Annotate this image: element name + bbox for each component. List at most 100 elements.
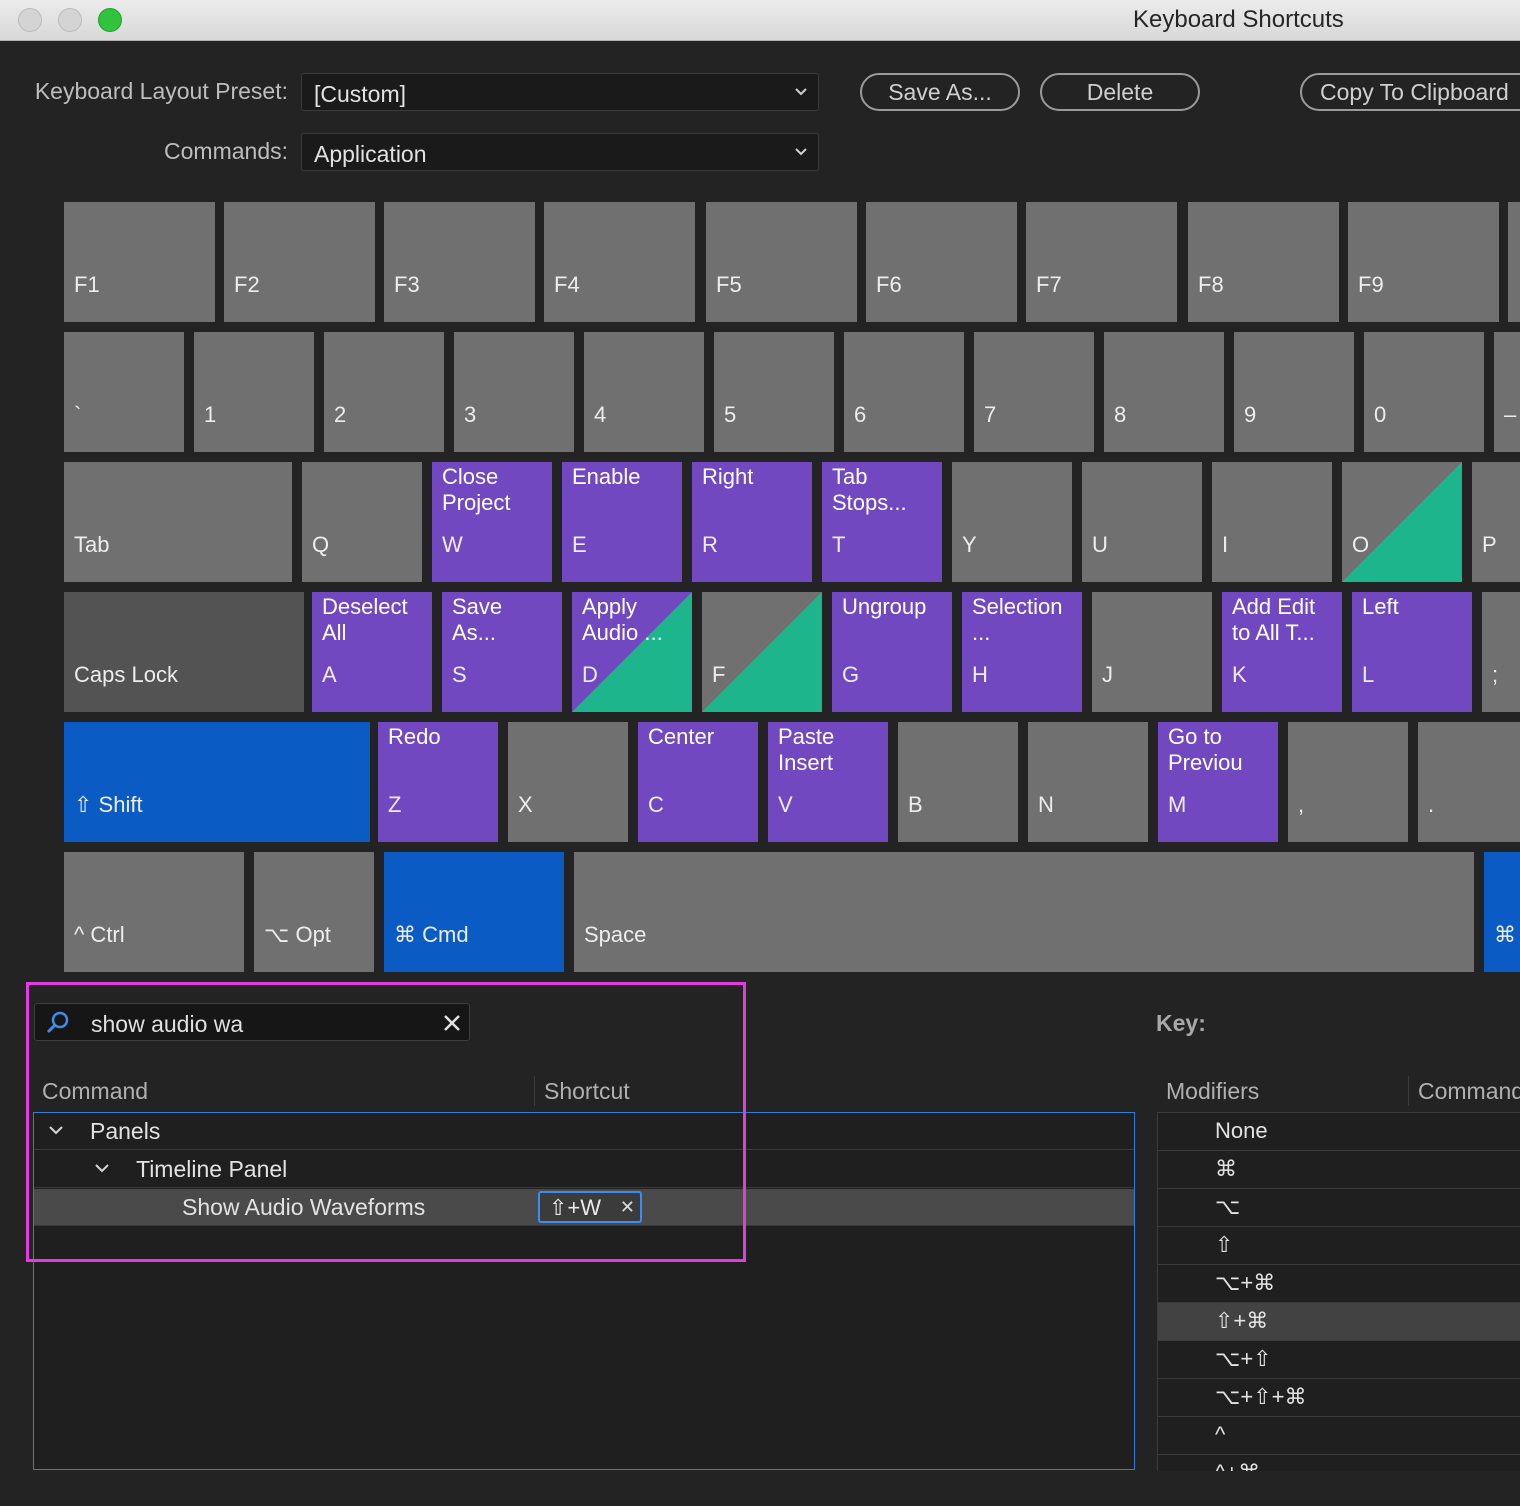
key-g[interactable]: Ungroup G [832,592,952,712]
key-comma[interactable]: , [1288,722,1408,842]
key-h[interactable]: Selection ... H [962,592,1082,712]
key-v[interactable]: Paste Insert V [768,722,888,842]
search-field[interactable]: show audio wa [34,1003,470,1041]
key-semicolon[interactable]: ; [1482,592,1520,712]
key-e[interactable]: Enable E [562,462,682,582]
delete-button[interactable]: Delete [1040,73,1200,111]
key-shift-left[interactable]: ⇧ Shift [64,722,370,842]
key-k[interactable]: Add Edit to All T... K [1222,592,1342,712]
key-m[interactable]: Go to Previou M [1158,722,1278,842]
key-w[interactable]: Close Project W [432,462,552,582]
modifier-row[interactable]: ^+⌘ [1158,1455,1520,1471]
modifier-row[interactable]: ⌥+⇧+⌘ [1158,1379,1520,1417]
column-header-shortcut[interactable]: Shortcut [544,1078,630,1105]
key-f10-partial[interactable] [1508,202,1520,322]
command-tree: Panels Timeline Panel Show Audio Wavefor… [33,1112,1135,1470]
key-f9[interactable]: F9 [1348,202,1499,322]
key-period[interactable]: . [1418,722,1520,842]
key-p[interactable]: P [1472,462,1520,582]
key-o[interactable]: O [1342,462,1462,582]
close-window-button[interactable] [18,8,42,32]
modifier-row[interactable]: ⌘ [1158,1151,1520,1189]
search-icon [46,1011,69,1034]
key-f1[interactable]: F1 [64,202,215,322]
panel-command-indicator [1342,462,1462,582]
key-f3[interactable]: F3 [384,202,535,322]
key-f2[interactable]: F2 [224,202,375,322]
modifier-row[interactable]: ⇧ [1158,1227,1520,1265]
key-2[interactable]: 2 [324,332,444,452]
key-ctrl[interactable]: ^ Ctrl [64,852,244,972]
modifier-row[interactable]: ⌥+⌘ [1158,1265,1520,1303]
tree-row-show-audio-waveforms[interactable]: Show Audio Waveforms ⇧+W ✕ [34,1189,1134,1226]
search-input[interactable]: show audio wa [91,1011,243,1038]
key-backtick[interactable]: ` [64,332,184,452]
key-7[interactable]: 7 [974,332,1094,452]
commands-dropdown[interactable]: Application [301,133,819,171]
key-c[interactable]: Center C [638,722,758,842]
title-bar: Keyboard Shortcuts [0,0,1520,41]
key-f6[interactable]: F6 [866,202,1017,322]
key-n[interactable]: N [1028,722,1148,842]
chevron-down-icon[interactable] [48,1124,64,1138]
key-8[interactable]: 8 [1104,332,1224,452]
key-6[interactable]: 6 [844,332,964,452]
column-divider[interactable] [1408,1076,1409,1106]
key-q[interactable]: Q [302,462,422,582]
key-d[interactable]: Apply Audio ... D [572,592,692,712]
key-tab[interactable]: Tab [64,462,292,582]
key-5[interactable]: 5 [714,332,834,452]
key-4[interactable]: 4 [584,332,704,452]
key-minus[interactable]: – [1494,332,1520,452]
key-space[interactable]: Space [574,852,1474,972]
save-as-button[interactable]: Save As... [860,73,1020,111]
shortcut-chip[interactable]: ⇧+W ✕ [538,1191,642,1223]
copy-to-clipboard-button[interactable]: Copy To Clipboard [1300,73,1520,111]
key-caps-lock[interactable]: Caps Lock [64,592,304,712]
tree-row-panels[interactable]: Panels [34,1113,1134,1150]
key-b[interactable]: B [898,722,1018,842]
key-r[interactable]: Right R [692,462,812,582]
key-f8[interactable]: F8 [1188,202,1339,322]
zoom-window-button[interactable] [98,8,122,32]
key-t[interactable]: Tab Stops... T [822,462,942,582]
key-0[interactable]: 0 [1364,332,1484,452]
key-f[interactable]: F [702,592,822,712]
chevron-down-icon[interactable] [94,1162,110,1176]
key-9[interactable]: 9 [1234,332,1354,452]
tree-row-timeline-panel[interactable]: Timeline Panel [34,1151,1134,1188]
modifier-row[interactable]: ⌥+⇧ [1158,1341,1520,1379]
column-header-modifiers[interactable]: Modifiers [1166,1078,1259,1105]
key-1[interactable]: 1 [194,332,314,452]
clear-search-icon[interactable] [443,1014,461,1032]
key-f7[interactable]: F7 [1026,202,1177,322]
column-header-command[interactable]: Command [42,1078,148,1105]
key-opt[interactable]: ⌥ Opt [254,852,374,972]
key-y[interactable]: Y [952,462,1072,582]
preset-dropdown[interactable]: [Custom] [301,73,819,111]
key-x[interactable]: X [508,722,628,842]
key-l[interactable]: Left L [1352,592,1472,712]
key-f5[interactable]: F5 [706,202,857,322]
modifier-row-selected[interactable]: ⇧+⌘ [1158,1303,1520,1341]
modifier-legend-table: None ⌘ ⌥ ⇧ ⌥+⌘ ⇧+⌘ ⌥+⇧ ⌥+⇧+⌘ ^ ^+⌘ [1157,1112,1520,1471]
key-f4[interactable]: F4 [544,202,695,322]
key-u[interactable]: U [1082,462,1202,582]
key-cmd-right[interactable]: ⌘ [1484,852,1520,972]
column-header-legend-command[interactable]: Command [1418,1078,1520,1105]
key-j[interactable]: J [1092,592,1212,712]
column-divider[interactable] [534,1076,535,1106]
remove-shortcut-icon[interactable]: ✕ [620,1197,635,1218]
key-z[interactable]: Redo Z [378,722,498,842]
key-a[interactable]: Deselect All A [312,592,432,712]
preset-value: [Custom] [314,81,407,107]
key-cmd-left[interactable]: ⌘ Cmd [384,852,564,972]
minimize-window-button[interactable] [58,8,82,32]
commands-label: Commands: [164,138,288,164]
modifier-row[interactable]: ⌥ [1158,1189,1520,1227]
key-i[interactable]: I [1212,462,1332,582]
key-s[interactable]: Save As... S [442,592,562,712]
key-3[interactable]: 3 [454,332,574,452]
modifier-row[interactable]: ^ [1158,1417,1520,1455]
modifier-row[interactable]: None [1158,1113,1520,1151]
